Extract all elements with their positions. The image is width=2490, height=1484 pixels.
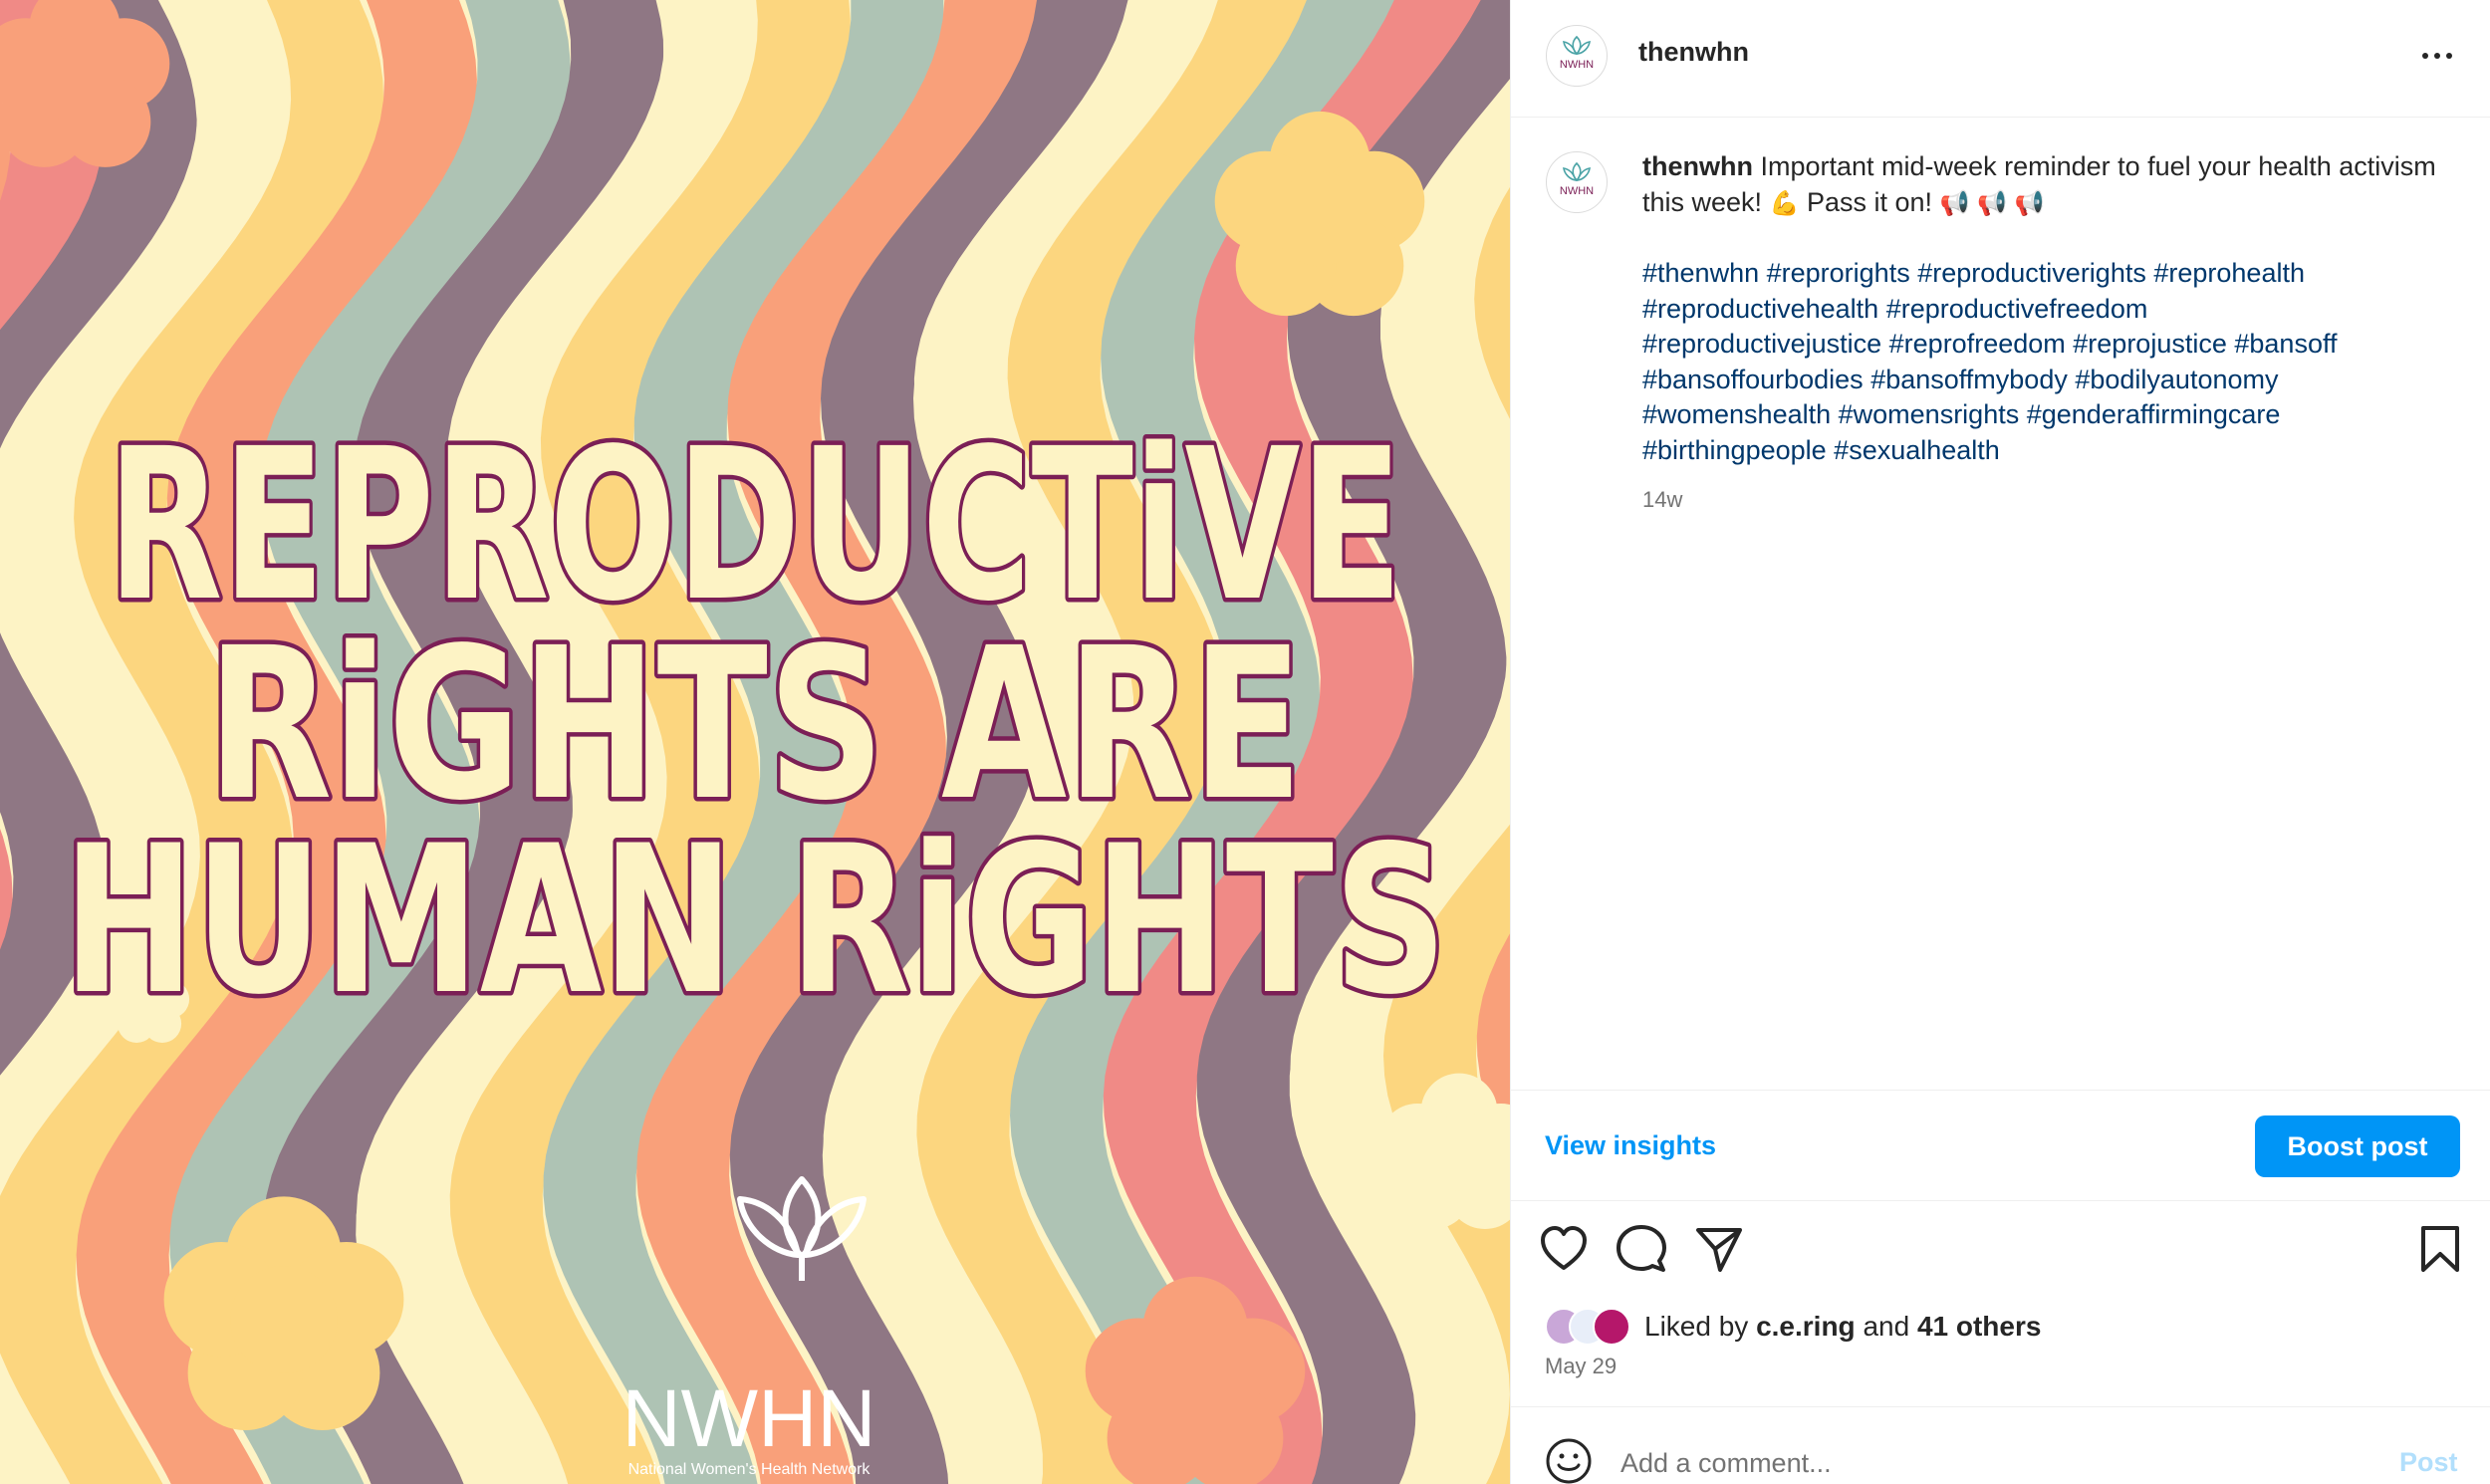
nwhn-logo-text: NWHN	[622, 1373, 875, 1464]
hashtag-link[interactable]: #reprojustice	[2073, 329, 2227, 359]
nwhn-avatar-icon: NWHN	[1560, 35, 1594, 71]
hashtag-link[interactable]: #womenshealth	[1642, 399, 1831, 429]
nwhn-avatar-icon: NWHN	[1560, 161, 1594, 197]
hashtag-link[interactable]: #genderaffirmingcare	[2027, 399, 2281, 429]
liker-username[interactable]: c.e.ring	[1756, 1311, 1856, 1342]
svg-text:NWHN: NWHN	[1560, 185, 1594, 197]
hashtag-link[interactable]: #reproductivefreedom	[1886, 294, 2148, 324]
muscle-emoji: 💪	[1769, 188, 1800, 217]
hashtag-link[interactable]: #bansoff	[2234, 329, 2337, 359]
account-avatar[interactable]: NWHN	[1546, 25, 1608, 87]
heart-icon[interactable]	[1535, 1220, 1593, 1278]
likes-and: and	[1863, 1311, 1910, 1342]
hashtag-link[interactable]: #reprorights	[1767, 258, 1910, 288]
hashtag-link[interactable]: #reproductivehealth	[1642, 294, 1878, 324]
comment-bar: Post	[1511, 1406, 2490, 1484]
caption-avatar[interactable]: NWHN	[1546, 151, 1608, 213]
more-options-icon[interactable]	[2412, 36, 2462, 76]
emoji-picker-icon[interactable]	[1545, 1437, 1593, 1484]
comment-icon[interactable]	[1613, 1220, 1670, 1278]
caption-pass-it-on: Pass it on!	[1806, 186, 1933, 217]
likes-text: Liked by c.e.ring and 41 others	[1644, 1311, 2041, 1343]
boost-post-button[interactable]: Boost post	[2255, 1115, 2460, 1177]
decorative-flower	[0, 0, 170, 167]
nwhn-logo-subtext: National Women's Health Network	[628, 1461, 872, 1478]
post-image-artwork: REPRODUCTiVERiGHTS AREHUMAN RiGHTS NWHN …	[0, 0, 1510, 1484]
post-image-headline: REPRODUCTiVERiGHTS AREHUMAN RiGHTS	[59, 399, 1452, 1045]
hashtag-link[interactable]: #thenwhn	[1642, 258, 1759, 288]
post-date[interactable]: May 29	[1545, 1354, 1617, 1379]
hashtag-link[interactable]: #womensrights	[1839, 399, 2020, 429]
post-side-panel: NWHN thenwhn NWHN thenwhn Important mid-…	[1510, 0, 2490, 1484]
caption-text: thenwhn Important mid-week reminder to f…	[1642, 149, 2449, 518]
hashtag-link[interactable]: #reprohealth	[2153, 258, 2305, 288]
hashtag-link[interactable]: #bansoffmybody	[1870, 365, 2068, 394]
likes-prefix: Liked by	[1644, 1311, 1749, 1342]
svg-text:NWHN: NWHN	[1560, 59, 1594, 71]
post-comment-button[interactable]: Post	[2399, 1447, 2458, 1478]
megaphone-emojis: 📢 📢 📢	[1939, 188, 2045, 217]
likes-others-link[interactable]: 41 others	[1917, 1311, 2042, 1342]
view-insights-link[interactable]: View insights	[1545, 1130, 1716, 1161]
hashtag-link[interactable]: #birthingpeople	[1642, 435, 1827, 465]
caption-username[interactable]: thenwhn	[1642, 151, 1753, 181]
likes-summary: Liked by c.e.ring and 41 others	[1545, 1305, 2461, 1349]
hashtag-link[interactable]: #reproductiverights	[1917, 258, 2146, 288]
headline-line: HUMAN RiGHTS	[63, 803, 1447, 1040]
header-username[interactable]: thenwhn	[1638, 37, 1749, 68]
insights-bar: View insights Boost post	[1511, 1090, 2490, 1201]
post-actions	[1511, 1220, 2490, 1290]
liker-avatar	[1593, 1308, 1630, 1346]
hashtag-link[interactable]: #reprofreedom	[1889, 329, 2066, 359]
hashtag-link[interactable]: #bodilyautonomy	[2075, 365, 2278, 394]
caption-time-ago[interactable]: 14w	[1642, 482, 2449, 518]
hashtag-link[interactable]: #bansoffourbodies	[1642, 365, 1864, 394]
send-icon[interactable]	[1690, 1220, 1748, 1278]
bookmark-icon[interactable]	[2411, 1220, 2469, 1278]
comment-input[interactable]	[1620, 1443, 2318, 1483]
post-image[interactable]: REPRODUCTiVE RiGHTS ARE HUMAN RiGHTS NWHN …	[0, 0, 1510, 1484]
post-header: NWHN thenwhn	[1511, 0, 2490, 118]
instagram-post-view: REPRODUCTiVE RiGHTS ARE HUMAN RiGHTS NWHN …	[0, 0, 2490, 1484]
hashtag-list: #thenwhn #reprorights #reproductiveright…	[1642, 256, 2449, 468]
liker-avatars[interactable]	[1545, 1308, 1644, 1348]
hashtag-link[interactable]: #reproductivejustice	[1642, 329, 1881, 359]
hashtag-link[interactable]: #sexualhealth	[1834, 435, 2000, 465]
